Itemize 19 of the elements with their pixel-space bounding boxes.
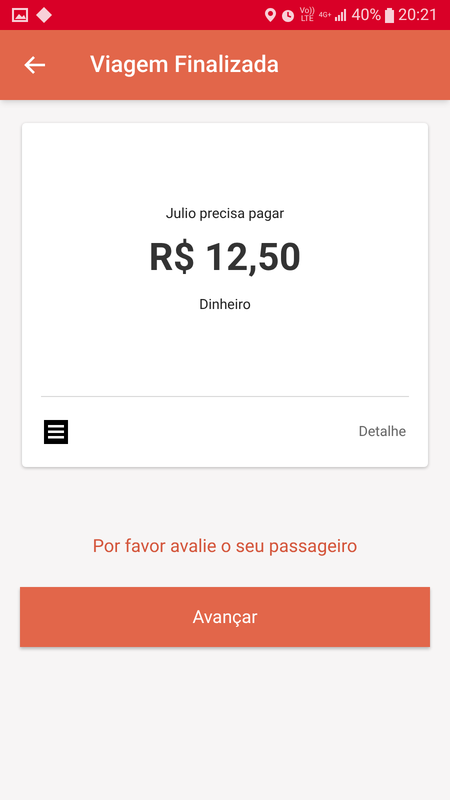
location-icon: [264, 8, 276, 22]
signal-icon: [335, 9, 348, 21]
back-arrow-icon: [24, 55, 46, 75]
app-bar-title: Viagem Finalizada: [90, 50, 279, 80]
payment-method: Dinheiro: [199, 296, 251, 314]
volte-label: Vo)): [300, 7, 315, 15]
network-label: LTE: [300, 15, 314, 23]
battery-percent: 40%: [351, 4, 382, 26]
diamond-icon: [36, 7, 52, 23]
receipt-icon: [44, 419, 68, 445]
alarm-icon: [280, 7, 296, 23]
rating-prompt: Por favor avalie o seu passageiro: [92, 535, 358, 559]
image-icon: [12, 8, 28, 22]
battery-icon: [385, 8, 394, 22]
advance-button[interactable]: Avançar: [20, 587, 430, 647]
status-time: 20:21: [398, 4, 438, 26]
amount-text: R$ 12,50: [148, 235, 302, 282]
detail-link[interactable]: Detalhe: [358, 422, 406, 442]
payer-caption: Julio precisa pagar: [166, 205, 284, 224]
